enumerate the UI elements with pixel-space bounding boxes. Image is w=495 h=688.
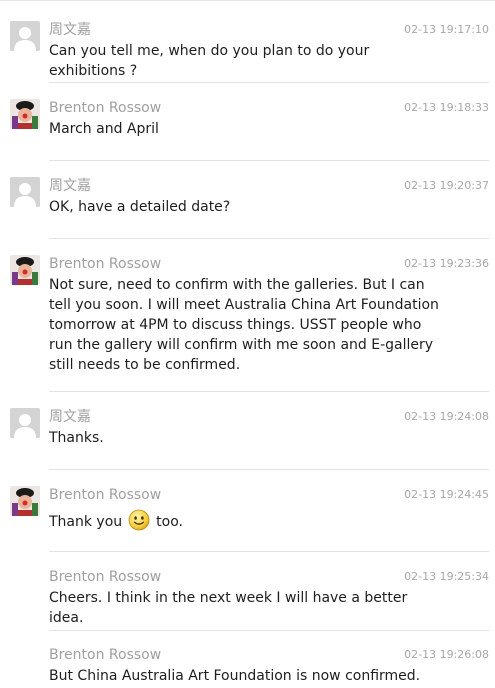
message-text: Thank you too. [49, 509, 444, 532]
user-photo-avatar[interactable] [10, 255, 40, 285]
message-timestamp: 02-13 19:26:08 [404, 648, 489, 661]
message-divider [49, 82, 489, 83]
sender-name: 周文嘉 [49, 22, 91, 38]
message-text: OK, have a detailed date? [49, 199, 231, 215]
sender-name: Brenton Rossow [49, 100, 162, 116]
message-text: Can you tell me, when do you plan to do … [49, 43, 370, 79]
user-photo-avatar[interactable] [10, 99, 40, 129]
default-avatar-icon[interactable] [10, 177, 40, 207]
message-divider [49, 238, 489, 239]
message-item: Brenton Rossow 02-13 19:18:33 March and … [0, 99, 495, 139]
message-item: Brenton Rossow 02-13 19:23:36 Not sure, … [0, 255, 495, 375]
message-text: March and April [49, 121, 159, 137]
message-divider [49, 391, 489, 392]
message-item: Brenton Rossow 02-13 19:25:34 Cheers. I … [0, 568, 495, 626]
default-avatar-icon[interactable] [10, 21, 40, 51]
message-item: 周文嘉 02-13 19:17:10 Can you tell me, when… [0, 21, 495, 79]
sender-name: 周文嘉 [49, 409, 91, 425]
default-avatar-icon[interactable] [10, 408, 40, 438]
sender-name: Brenton Rossow [49, 487, 162, 503]
message-divider [49, 160, 489, 161]
message-divider [49, 469, 489, 470]
message-text: Thanks. [49, 430, 104, 446]
message-text: Not sure, need to confirm with the galle… [49, 277, 439, 373]
message-item: Brenton Rossow 02-13 19:24:45 Thank you [0, 486, 495, 532]
sender-name: Brenton Rossow [49, 569, 162, 585]
message-text-before: Thank you [49, 514, 123, 530]
message-item: 周文嘉 02-13 19:20:37 OK, have a detailed d… [0, 177, 495, 217]
sender-name: Brenton Rossow [49, 647, 162, 663]
message-timestamp: 02-13 19:18:33 [404, 101, 489, 114]
message-timestamp: 02-13 19:25:34 [404, 570, 489, 583]
message-timestamp: 02-13 19:17:10 [404, 23, 489, 36]
chat-history: 周文嘉 02-13 19:17:10 Can you tell me, when… [0, 0, 495, 688]
message-item: Brenton Rossow 02-13 19:26:08 But China … [0, 646, 495, 686]
sender-name: 周文嘉 [49, 178, 91, 194]
message-timestamp: 02-13 19:24:08 [404, 410, 489, 423]
message-text: But China Australia Art Foundation is no… [49, 668, 421, 684]
message-timestamp: 02-13 19:23:36 [404, 257, 489, 270]
message-item: 周文嘉 02-13 19:24:08 Thanks. [0, 408, 495, 448]
smiley-emoji-icon [128, 509, 150, 531]
message-text-after: too. [156, 514, 183, 530]
message-text: Cheers. I think in the next week I will … [49, 590, 408, 626]
message-divider [49, 551, 489, 552]
message-timestamp: 02-13 19:20:37 [404, 179, 489, 192]
sender-name: Brenton Rossow [49, 256, 162, 272]
message-divider [49, 630, 489, 631]
user-photo-avatar[interactable] [10, 486, 40, 516]
message-timestamp: 02-13 19:24:45 [404, 488, 489, 501]
